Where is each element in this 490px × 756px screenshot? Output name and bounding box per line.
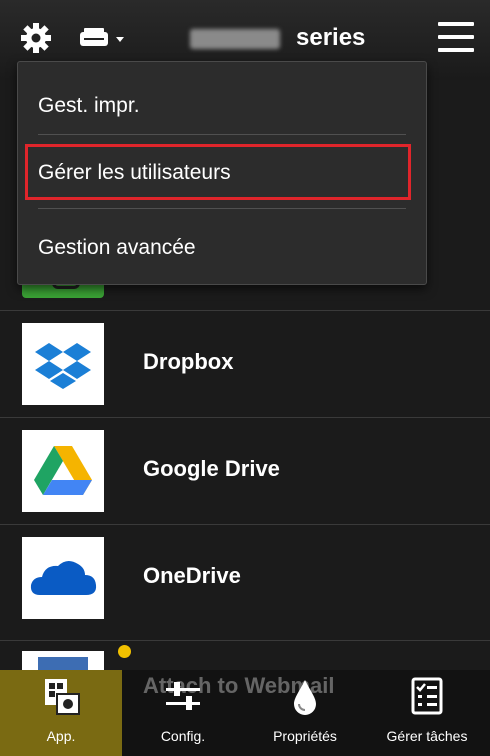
onedrive-icon xyxy=(22,537,104,619)
gear-icon[interactable] xyxy=(20,22,52,54)
tab-label: App. xyxy=(46,728,76,744)
apps-icon xyxy=(45,679,80,715)
task-list-icon xyxy=(411,677,443,715)
app-row-onedrive[interactable]: OneDrive xyxy=(0,524,490,631)
tab-label: Gérer tâches xyxy=(386,728,468,744)
menu-icon[interactable] xyxy=(438,22,474,54)
google-drive-icon xyxy=(22,430,104,512)
tab-config[interactable]: Config. xyxy=(122,670,244,756)
settings-dropdown-menu: Gest. impr. Gérer les utilisateurs Gesti… xyxy=(17,61,427,285)
menu-item-label: Gérer les utilisateurs xyxy=(38,161,231,184)
menu-item-printer-management[interactable]: Gest. impr. xyxy=(18,76,426,134)
app-name: Dropbox xyxy=(143,349,234,374)
menu-item-manage-users[interactable]: Gérer les utilisateurs xyxy=(25,144,411,200)
menu-divider xyxy=(38,134,406,135)
menu-item-label: Gestion avancée xyxy=(38,236,196,259)
tab-properties[interactable]: Propriétés xyxy=(244,670,366,756)
app-row-webmail[interactable] xyxy=(0,640,490,681)
app-row-dropbox[interactable]: Dropbox xyxy=(0,310,490,417)
app-row-google-drive[interactable]: Google Drive xyxy=(0,417,490,524)
notification-bulb-icon xyxy=(118,645,131,658)
menu-item-label: Gest. impr. xyxy=(38,94,140,117)
printer-series-label: series xyxy=(296,24,366,51)
tab-manage-tasks[interactable]: Gérer tâches xyxy=(366,670,488,756)
tab-label: Propriétés xyxy=(273,728,337,744)
printer-model-redacted xyxy=(190,29,280,49)
tab-label: Config. xyxy=(160,728,206,744)
tab-apps[interactable]: App. xyxy=(0,670,122,756)
sliders-icon xyxy=(166,682,200,710)
app-name: OneDrive xyxy=(143,563,241,588)
menu-divider xyxy=(38,208,406,209)
dropbox-icon xyxy=(22,323,104,405)
menu-item-advanced-management[interactable]: Gestion avancée xyxy=(18,218,426,276)
printer-select-icon[interactable] xyxy=(78,26,128,52)
app-name: Google Drive xyxy=(143,456,280,481)
bottom-tab-bar: App. Config. Propriétés Gérer tâches xyxy=(0,670,490,756)
ink-drop-icon xyxy=(294,680,316,715)
